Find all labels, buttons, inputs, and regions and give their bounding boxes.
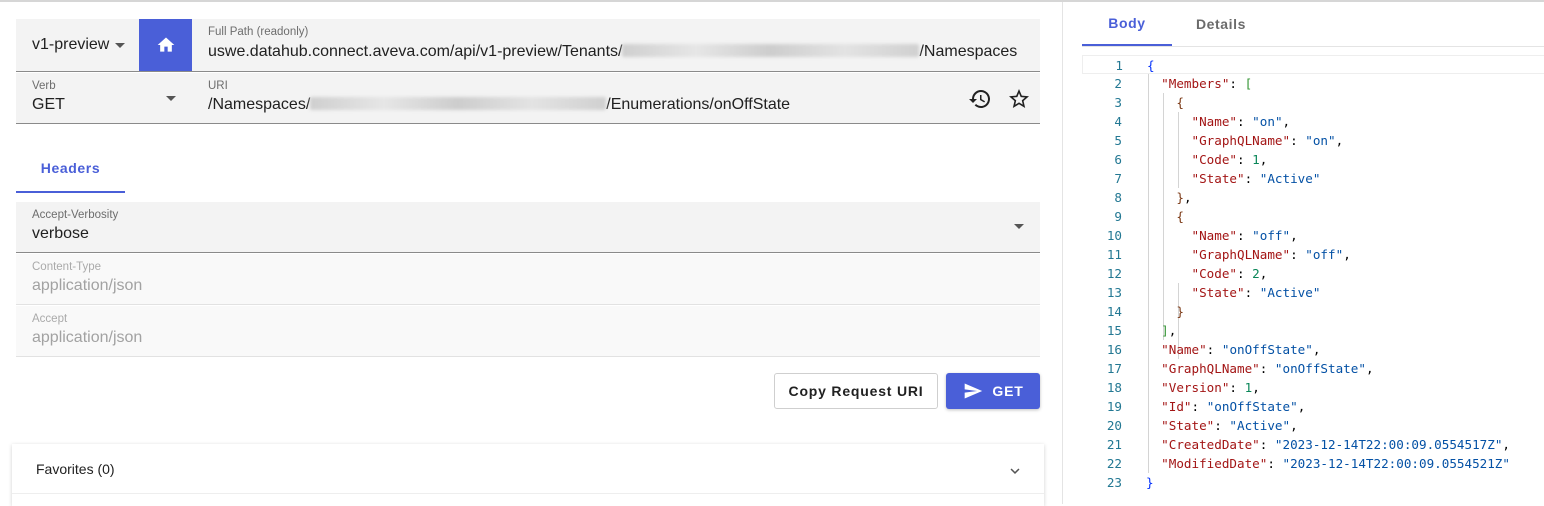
home-icon <box>157 37 174 52</box>
favorite-button[interactable] <box>1006 86 1032 112</box>
redacted-namespace-id <box>310 97 607 110</box>
header-label: Accept <box>32 313 68 325</box>
code-line: 6 "Code": 1, <box>1114 152 1268 167</box>
send-get-button[interactable]: GET <box>946 373 1040 409</box>
uri-value: /Namespaces/ /Enumerations/onOffState <box>208 96 952 114</box>
redacted-tenant-id <box>622 44 920 57</box>
code-line: 21 "CreatedDate": "2023-12-14T22:00:09.0… <box>1106 437 1511 452</box>
code-line: 23} <box>1106 475 1154 490</box>
code-line: 7 "State": "Active" <box>1114 171 1321 186</box>
uri-suffix: /Enumerations/onOffState <box>606 96 791 113</box>
caret-down-icon <box>166 96 176 101</box>
tab-details[interactable]: Details <box>1172 2 1270 46</box>
history-icon <box>969 90 990 108</box>
code-line: 19 "Id": "onOffState", <box>1106 399 1306 414</box>
code-line: 20 "State": "Active", <box>1106 418 1298 433</box>
version-value: v1-preview <box>32 36 110 53</box>
header-label: Accept-Verbosity <box>32 209 119 221</box>
header-label: Content-Type <box>32 261 102 273</box>
code-line: 4 "Name": "on", <box>1114 114 1291 129</box>
header-value: application/json <box>32 277 143 294</box>
code-line: 14 } <box>1106 304 1184 319</box>
accept-field: Accept application/json <box>16 306 1040 357</box>
verb-label: Verb <box>32 80 56 92</box>
code-line: 8 }, <box>1114 190 1192 205</box>
verb-select[interactable]: Verb GET <box>16 73 192 123</box>
response-panel: Body Details 1{ 2 "Members": [ 3 { 4 "Na… <box>1062 2 1544 504</box>
history-button[interactable] <box>967 86 993 112</box>
json-viewer[interactable]: 1{ 2 "Members": [ 3 { 4 "Name": "on", 5 … <box>1082 55 1544 492</box>
header-value: verbose <box>32 225 89 242</box>
request-line: Verb GET URI /Namespaces/ /Enumerations/o… <box>16 73 1040 124</box>
caret-down-icon <box>1014 224 1024 229</box>
favorites-panel: Favorites (0) <box>12 444 1044 506</box>
full-path-suffix: /Namespaces <box>919 43 1018 60</box>
code-line: 15 ], <box>1106 323 1177 338</box>
code-line: 2 "Members": [ <box>1114 76 1253 91</box>
code-line: 10 "Name": "off", <box>1106 228 1298 243</box>
chevron-down-icon[interactable] <box>1006 462 1024 480</box>
path-bar: v1-preview Full Path (readonly) uswe.dat… <box>16 19 1040 72</box>
favorites-title: Favorites (0) <box>36 460 115 477</box>
tab-divider <box>1082 46 1544 47</box>
tab-body[interactable]: Body <box>1082 2 1172 46</box>
copy-request-uri-button[interactable]: Copy Request URI <box>774 373 938 409</box>
code-line: 12 "Code": 2, <box>1106 266 1268 281</box>
favorites-header[interactable]: Favorites (0) <box>12 444 1044 494</box>
request-panel: v1-preview Full Path (readonly) uswe.dat… <box>0 2 1060 506</box>
code-line: 3 { <box>1114 95 1184 110</box>
content-type-field: Content-Type application/json <box>16 254 1040 305</box>
header-value: application/json <box>32 329 143 346</box>
code-line: 5 "GraphQLName": "on", <box>1114 133 1344 148</box>
code-line: 9 { <box>1114 209 1184 224</box>
full-path-field[interactable]: Full Path (readonly) uswe.datahub.connec… <box>192 19 1040 71</box>
full-path-prefix: uswe.datahub.connect.aveva.com/api/v1-pr… <box>208 43 623 60</box>
code-line: 17 "GraphQLName": "onOffState", <box>1106 361 1374 376</box>
code-line: 13 "State": "Active" <box>1106 285 1321 300</box>
code-line: 18 "Version": 1, <box>1106 380 1260 395</box>
accept-verbosity-select[interactable]: Accept-Verbosity verbose <box>16 202 1040 253</box>
caret-down-icon <box>115 42 126 48</box>
star-outline-icon <box>1009 89 1029 108</box>
uri-label: URI <box>208 80 228 92</box>
tab-headers[interactable]: Headers <box>16 147 125 193</box>
send-button-label: GET <box>992 383 1024 399</box>
code-line: 1{ <box>1082 55 1544 74</box>
uri-field[interactable]: URI /Namespaces/ /Enumerations/onOffState <box>192 73 952 123</box>
full-path-value: uswe.datahub.connect.aveva.com/api/v1-pr… <box>208 43 1040 61</box>
version-select[interactable]: v1-preview <box>16 19 139 71</box>
code-line: 16 "Name": "onOffState", <box>1106 342 1321 357</box>
code-line: 11 "GraphQLName": "off", <box>1106 247 1351 262</box>
home-button[interactable] <box>139 19 192 71</box>
full-path-label: Full Path (readonly) <box>208 26 309 38</box>
uri-prefix: /Namespaces/ <box>208 96 311 113</box>
code-line: 22 "ModifiedDate": "2023-12-14T22:00:09.… <box>1106 456 1510 471</box>
send-icon <box>965 383 983 399</box>
